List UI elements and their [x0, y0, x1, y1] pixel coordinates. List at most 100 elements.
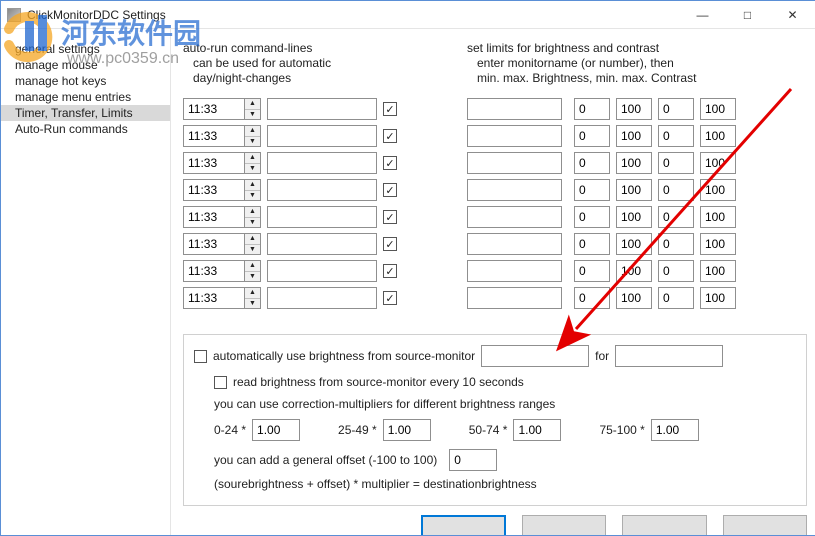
timer-time-input[interactable] [184, 234, 244, 254]
spin-up-icon[interactable]: ▲ [245, 261, 260, 272]
btn3[interactable] [622, 515, 706, 535]
timer-enable-checkbox[interactable]: ✓ [383, 264, 397, 278]
btn4[interactable] [723, 515, 807, 535]
spin-up-icon[interactable]: ▲ [245, 288, 260, 299]
timer-enable-checkbox[interactable]: ✓ [383, 129, 397, 143]
limit-cmax-input[interactable] [700, 152, 736, 174]
timer-command-input[interactable] [267, 179, 377, 201]
limit-cmin-input[interactable] [658, 125, 694, 147]
spin-down-icon[interactable]: ▼ [245, 110, 260, 120]
timer-enable-checkbox[interactable]: ✓ [383, 102, 397, 116]
sidebar-item-timer[interactable]: Timer, Transfer, Limits [1, 105, 170, 121]
limit-cmax-input[interactable] [700, 260, 736, 282]
limit-bmin-input[interactable] [574, 233, 610, 255]
limit-cmax-input[interactable] [700, 233, 736, 255]
source-monitor-input[interactable] [481, 345, 589, 367]
limit-monitor-input[interactable] [467, 260, 562, 282]
spin-down-icon[interactable]: ▼ [245, 218, 260, 228]
timer-command-input[interactable] [267, 233, 377, 255]
maximize-button[interactable]: □ [725, 1, 770, 29]
limit-bmax-input[interactable] [616, 260, 652, 282]
timer-time-input[interactable] [184, 153, 244, 173]
ok-button[interactable] [421, 515, 506, 535]
timer-enable-checkbox[interactable]: ✓ [383, 237, 397, 251]
spin-down-icon[interactable]: ▼ [245, 272, 260, 282]
limit-bmin-input[interactable] [574, 152, 610, 174]
limit-bmin-input[interactable] [574, 98, 610, 120]
limit-bmin-input[interactable] [574, 260, 610, 282]
timer-time-input[interactable] [184, 288, 244, 308]
sidebar-item-menu[interactable]: manage menu entries [1, 89, 170, 105]
limit-cmin-input[interactable] [658, 98, 694, 120]
limit-monitor-input[interactable] [467, 152, 562, 174]
limit-monitor-input[interactable] [467, 206, 562, 228]
spin-up-icon[interactable]: ▲ [245, 126, 260, 137]
multiplier-input[interactable] [252, 419, 300, 441]
limit-bmin-input[interactable] [574, 179, 610, 201]
limit-cmax-input[interactable] [700, 179, 736, 201]
limit-bmin-input[interactable] [574, 125, 610, 147]
spin-up-icon[interactable]: ▲ [245, 234, 260, 245]
auto-brightness-checkbox[interactable] [194, 350, 207, 363]
multiplier-input[interactable] [513, 419, 561, 441]
timer-enable-checkbox[interactable]: ✓ [383, 291, 397, 305]
limit-cmin-input[interactable] [658, 287, 694, 309]
limit-cmin-input[interactable] [658, 206, 694, 228]
limit-monitor-input[interactable] [467, 179, 562, 201]
limit-monitor-input[interactable] [467, 233, 562, 255]
spin-up-icon[interactable]: ▲ [245, 207, 260, 218]
timer-command-input[interactable] [267, 206, 377, 228]
limit-cmin-input[interactable] [658, 152, 694, 174]
spin-down-icon[interactable]: ▼ [245, 245, 260, 255]
close-button[interactable]: ✕ [770, 1, 815, 29]
timer-time-input[interactable] [184, 180, 244, 200]
minimize-button[interactable]: — [680, 1, 725, 29]
limit-bmax-input[interactable] [616, 179, 652, 201]
spin-down-icon[interactable]: ▼ [245, 191, 260, 201]
limit-cmin-input[interactable] [658, 260, 694, 282]
limit-cmax-input[interactable] [700, 287, 736, 309]
timer-enable-checkbox[interactable]: ✓ [383, 183, 397, 197]
limit-monitor-input[interactable] [467, 125, 562, 147]
timer-enable-checkbox[interactable]: ✓ [383, 156, 397, 170]
limit-cmax-input[interactable] [700, 206, 736, 228]
sidebar-item-mouse[interactable]: manage mouse [1, 57, 170, 73]
timer-time-input[interactable] [184, 207, 244, 227]
sidebar-item-autorun[interactable]: Auto-Run commands [1, 121, 170, 137]
spin-down-icon[interactable]: ▼ [245, 299, 260, 309]
offset-input[interactable] [449, 449, 497, 471]
limit-bmax-input[interactable] [616, 152, 652, 174]
limit-monitor-input[interactable] [467, 98, 562, 120]
timer-time-input[interactable] [184, 261, 244, 281]
btn2[interactable] [522, 515, 606, 535]
limit-bmin-input[interactable] [574, 206, 610, 228]
multiplier-input[interactable] [383, 419, 431, 441]
spin-up-icon[interactable]: ▲ [245, 153, 260, 164]
limit-bmax-input[interactable] [616, 287, 652, 309]
limit-bmax-input[interactable] [616, 206, 652, 228]
timer-command-input[interactable] [267, 98, 377, 120]
multiplier-input[interactable] [651, 419, 699, 441]
limit-cmin-input[interactable] [658, 233, 694, 255]
timer-command-input[interactable] [267, 260, 377, 282]
timer-command-input[interactable] [267, 152, 377, 174]
limit-cmin-input[interactable] [658, 179, 694, 201]
dest-monitor-input[interactable] [615, 345, 723, 367]
limit-bmin-input[interactable] [574, 287, 610, 309]
limit-cmax-input[interactable] [700, 125, 736, 147]
spin-up-icon[interactable]: ▲ [245, 180, 260, 191]
spin-down-icon[interactable]: ▼ [245, 164, 260, 174]
limit-monitor-input[interactable] [467, 287, 562, 309]
timer-command-input[interactable] [267, 125, 377, 147]
timer-enable-checkbox[interactable]: ✓ [383, 210, 397, 224]
sidebar-item-general[interactable]: general settings [1, 41, 170, 57]
timer-time-input[interactable] [184, 126, 244, 146]
spin-down-icon[interactable]: ▼ [245, 137, 260, 147]
sidebar-item-hotkeys[interactable]: manage hot keys [1, 73, 170, 89]
limit-cmax-input[interactable] [700, 98, 736, 120]
read-every-10s-checkbox[interactable] [214, 376, 227, 389]
limit-bmax-input[interactable] [616, 233, 652, 255]
limit-bmax-input[interactable] [616, 125, 652, 147]
timer-time-input[interactable] [184, 99, 244, 119]
timer-command-input[interactable] [267, 287, 377, 309]
